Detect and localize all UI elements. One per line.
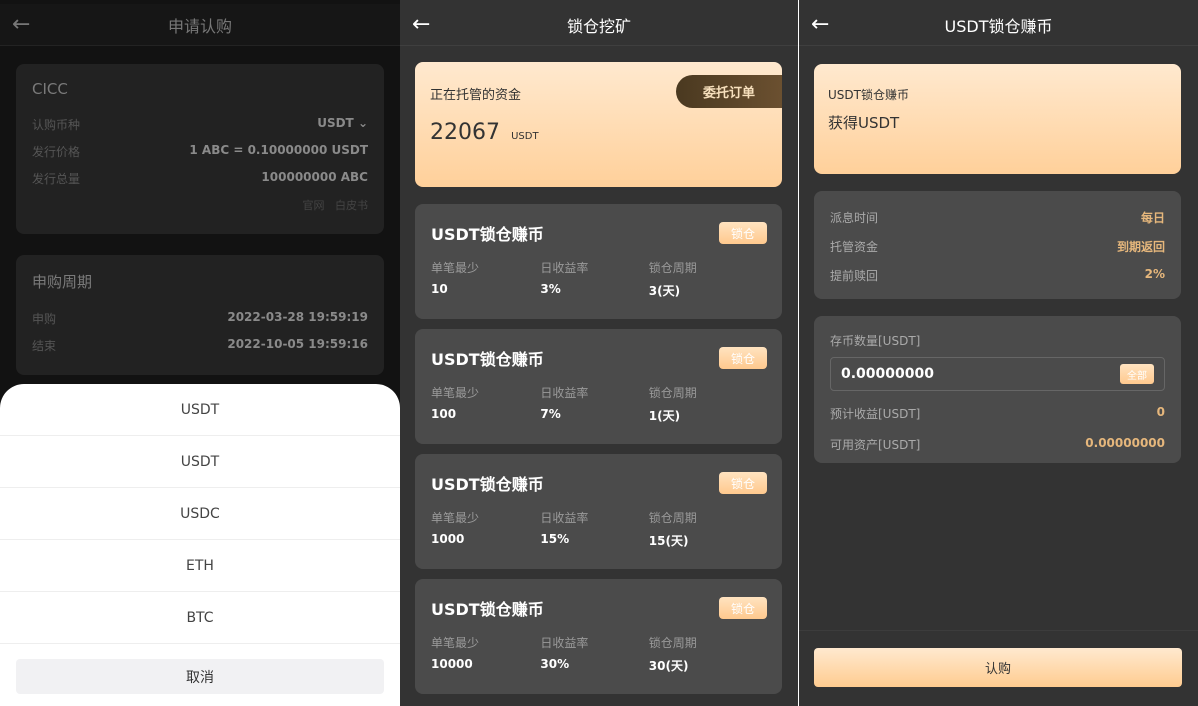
product-stat: 单笔最少 1000: [431, 511, 480, 546]
info-row: 结束 2022-10-05 19:59:16: [32, 337, 368, 353]
product-stat: 单笔最少 10: [431, 261, 480, 296]
product-name: USDT锁仓赚币: [431, 475, 544, 494]
orders-button[interactable]: 委托订单: [676, 75, 782, 108]
header: ← 锁仓挖矿: [400, 4, 798, 46]
custody-amount: 22067: [430, 120, 500, 145]
info-row: 可用资产[USDT] 0.00000000: [830, 436, 1165, 452]
token-name: CICC: [32, 80, 68, 98]
amount-input[interactable]: 0.00000000 全部: [830, 357, 1165, 391]
sheet-option[interactable]: ETH: [0, 540, 400, 592]
product-banner: USDT锁仓赚币 获得USDT: [814, 64, 1181, 174]
sheet-option[interactable]: USDT: [0, 436, 400, 488]
page-title: 申请认购: [167, 16, 232, 36]
info-row: 提前赎回 2%: [830, 267, 1165, 283]
lock-button[interactable]: 锁仓: [719, 597, 767, 619]
subscribe-screen: ← 申请认购 CICC 认购币种 USDT ⌄ 发行价格 1 ABC = 0.1000…: [0, 0, 400, 706]
cancel-button[interactable]: 取消: [16, 659, 384, 694]
back-arrow-icon[interactable]: ←: [412, 12, 430, 37]
product-name: USDT锁仓赚币: [431, 350, 544, 369]
product-stat: 锁仓周期 1(天): [648, 386, 697, 423]
product-stat: 日收益率 15%: [540, 511, 589, 546]
page-title: USDT锁仓赚币: [944, 16, 1053, 36]
back-arrow-icon[interactable]: ←: [12, 12, 30, 37]
product-stat: 锁仓周期 15(天): [648, 511, 697, 548]
lock-button[interactable]: 锁仓: [719, 347, 767, 369]
product-stat: 日收益率 30%: [540, 636, 589, 671]
product-stat: 单笔最少 10000: [431, 636, 480, 671]
product-card[interactable]: USDT锁仓赚币 锁仓单笔最少 1000 日收益率 15% 锁仓周期 15(天): [415, 454, 782, 569]
chevron-down-icon: ⌄: [357, 116, 368, 130]
lock-mining-screen: ← 锁仓挖矿 正在托管的资金 22067 USDT 委托订单 USDT锁仓赚币 锁仓…: [400, 0, 798, 706]
subscribe-button[interactable]: 认购: [814, 648, 1182, 687]
product-name: USDT锁仓赚币: [431, 600, 544, 619]
lock-detail-screen: ← USDT锁仓赚币 USDT锁仓赚币 获得USDT 派息时间 每日 托管资金 到期返…: [799, 0, 1198, 706]
product-card[interactable]: USDT锁仓赚币 锁仓单笔最少 100 日收益率 7% 锁仓周期 1(天): [415, 329, 782, 444]
info-row: 发行总量 100000000 ABC: [32, 170, 368, 186]
product-card[interactable]: USDT锁仓赚币 锁仓单笔最少 10000 日收益率 30% 锁仓周期 30(天): [415, 579, 782, 694]
currency-select[interactable]: USDT: [317, 116, 354, 130]
info-row: 托管资金 到期返回: [830, 240, 1165, 254]
deposit-form: 存币数量[USDT] 0.00000000 全部 预计收益[USDT] 0 可用资产…: [814, 316, 1181, 463]
currency-action-sheet: USDT USDT USDC ETH BTC 取消: [0, 384, 400, 706]
header: ← 申请认购: [0, 4, 400, 46]
sheet-option[interactable]: USDT: [0, 384, 400, 436]
lock-button[interactable]: 锁仓: [719, 222, 767, 244]
info-row: 申购 2022-03-28 19:59:19: [32, 310, 368, 326]
info-row: 发行价格 1 ABC = 0.10000000 USDT: [32, 143, 368, 159]
info-row[interactable]: 认购币种 USDT ⌄: [32, 116, 368, 133]
product-stat: 锁仓周期 3(天): [648, 261, 697, 298]
info-row: 派息时间 每日: [830, 211, 1165, 225]
period-card: 申购周期 申购 2022-03-28 19:59:19 结束 2022-10-05 …: [16, 255, 384, 375]
website-link[interactable]: 官网: [303, 199, 325, 212]
token-info-card: CICC 认购币种 USDT ⌄ 发行价格 1 ABC = 0.10000000 U…: [16, 64, 384, 234]
info-card: 派息时间 每日 托管资金 到期返回 提前赎回 2%: [814, 191, 1181, 299]
product-stat: 日收益率 7%: [540, 386, 589, 421]
product-stat: 日收益率 3%: [540, 261, 589, 296]
product-name: USDT锁仓赚币: [431, 225, 544, 244]
product-card[interactable]: USDT锁仓赚币 锁仓单笔最少 10 日收益率 3% 锁仓周期 3(天): [415, 204, 782, 319]
sheet-option[interactable]: USDC: [0, 488, 400, 540]
sheet-option[interactable]: BTC: [0, 592, 400, 644]
header: ← USDT锁仓赚币: [799, 4, 1198, 46]
back-arrow-icon[interactable]: ←: [811, 12, 829, 37]
lock-button[interactable]: 锁仓: [719, 472, 767, 494]
product-stat: 单笔最少 100: [431, 386, 480, 421]
info-row: 预计收益[USDT] 0: [830, 405, 1165, 421]
page-title: 锁仓挖矿: [566, 16, 631, 36]
product-stat: 锁仓周期 30(天): [648, 636, 697, 673]
custody-summary-card: 正在托管的资金 22067 USDT 委托订单: [415, 62, 782, 187]
whitepaper-link[interactable]: 白皮书: [335, 199, 368, 212]
all-button[interactable]: 全部: [1120, 364, 1154, 384]
